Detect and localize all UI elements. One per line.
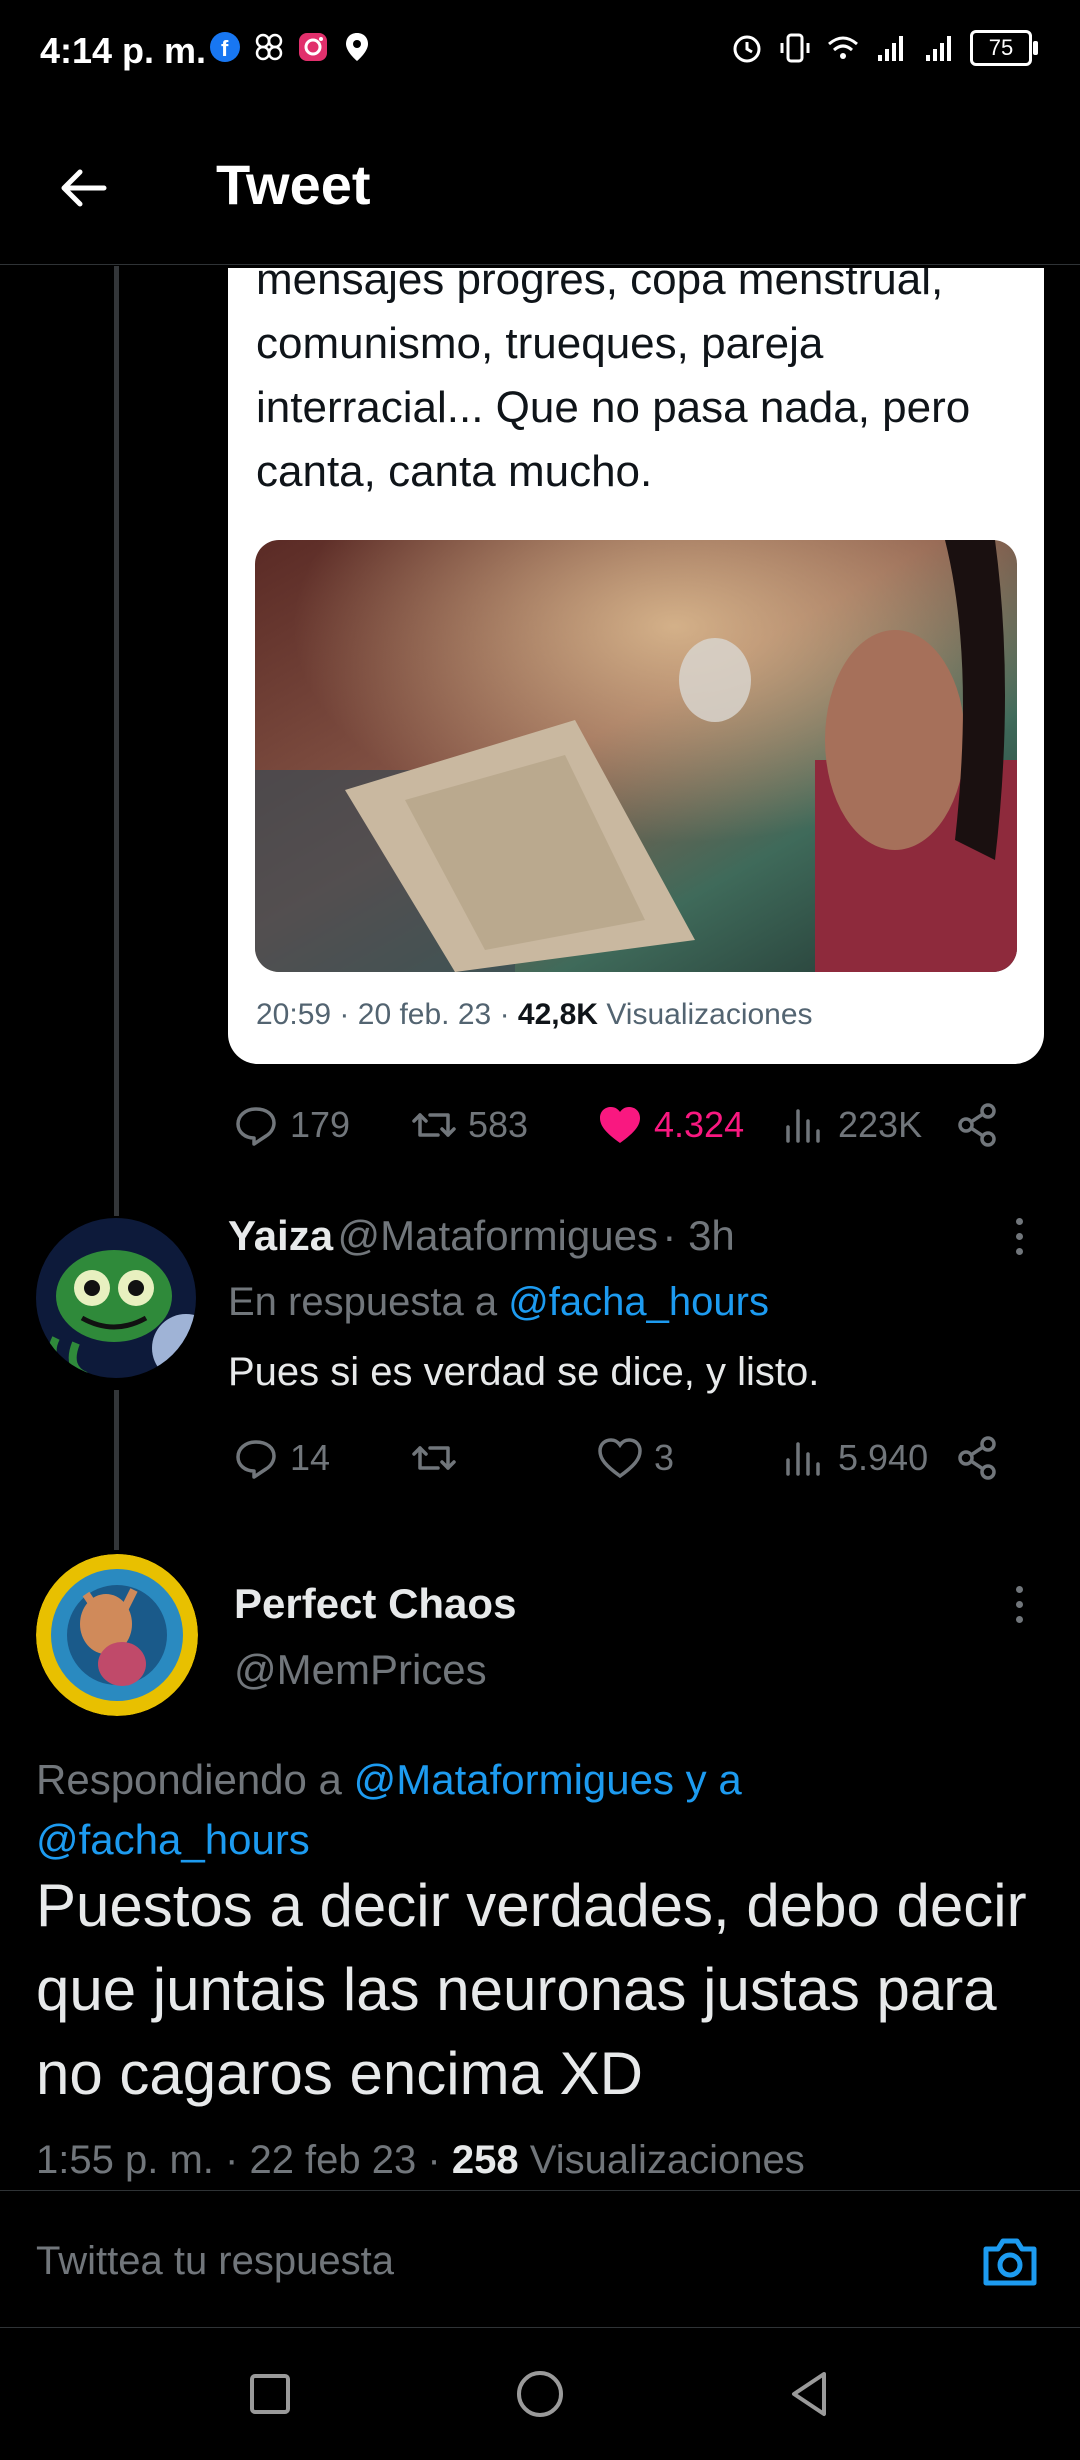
reply-time: · 3h	[662, 1212, 735, 1259]
avatar-yaiza[interactable]	[36, 1218, 196, 1378]
retweet-button[interactable]	[410, 1434, 468, 1482]
heart-outline-icon	[598, 1438, 642, 1479]
battery-indicator: 75	[970, 30, 1038, 66]
vibrate-icon	[780, 33, 810, 63]
views-bars-icon	[786, 1442, 820, 1476]
share-button[interactable]	[954, 1101, 1002, 1149]
reply-tweet-text: Pues si es verdad se dice, y listo.	[228, 1350, 820, 1394]
signal-icon	[878, 36, 903, 61]
embedded-tweet-date: 20 feb. 23	[357, 998, 492, 1031]
more-dot-icon	[1016, 1586, 1023, 1593]
system-icons: 75	[730, 30, 1038, 66]
back-arrow-icon[interactable]	[54, 160, 110, 216]
embedded-tweet-views-label: Visualizaciones	[606, 998, 813, 1031]
alien-avatar-image	[36, 1218, 196, 1378]
views-count: 5.940	[838, 1437, 929, 1478]
reply-button[interactable]: 14	[232, 1434, 330, 1482]
reply-icon	[236, 1107, 276, 1146]
embedded-tweet-image[interactable]	[255, 540, 1017, 972]
more-dot-icon	[1016, 1601, 1023, 1608]
main-tweet-text: Puestos a decir verdades, debo decir que…	[36, 1872, 1027, 2107]
notification-icons: f	[208, 30, 374, 64]
reply-actions: 14 3 5.940	[0, 1428, 1080, 1488]
embedded-tweet-card[interactable]: mensajes progres, copa menstrual, comuni…	[228, 268, 1044, 1064]
tweet-actions: 179 583 4.324 223K	[0, 1095, 1080, 1155]
main-tweet-views-count[interactable]: 258	[452, 2138, 519, 2182]
location-icon	[346, 33, 368, 61]
retweet-icon	[412, 1113, 456, 1137]
heart-filled-icon	[600, 1107, 640, 1143]
reply-composer[interactable]: Twittea tu respuesta	[0, 2190, 1080, 2328]
system-navigation-bar	[0, 2326, 1080, 2460]
status-time: 4:14 p. m.	[40, 30, 207, 71]
reply-count: 179	[290, 1104, 351, 1145]
camera-icon[interactable]	[980, 2233, 1040, 2289]
replying-to-link[interactable]: @facha_hours	[36, 1816, 310, 1863]
retweet-count: 583	[468, 1104, 529, 1145]
embedded-tweet-time: 20:59	[256, 998, 332, 1031]
embedded-tweet-views-count: 42,8K	[517, 998, 598, 1031]
views-count: 223K	[838, 1104, 923, 1145]
views-button[interactable]: 223K	[780, 1101, 922, 1149]
main-tweet-meta: 1:55 p. m. · 22 feb 23 · 258 Visualizaci…	[36, 2138, 805, 2182]
share-icon	[958, 1103, 996, 1147]
facebook-icon: f	[210, 32, 240, 62]
status-bar: 4:14 p. m. f 75	[0, 0, 1080, 100]
reply-button[interactable]: 179	[232, 1101, 350, 1149]
reply-replying-to: En respuesta a @facha_hours	[228, 1280, 769, 1324]
reply-tweet-header: Yaiza @Mataformigues · 3h	[228, 1212, 735, 1260]
main-tweet-time: 1:55 p. m.	[36, 2138, 214, 2182]
reply-author-handle[interactable]: @Mataformigues	[338, 1212, 658, 1259]
top-app-bar: Tweet	[0, 110, 1080, 265]
reply-author-name[interactable]: Yaiza	[228, 1212, 333, 1259]
photo-image	[255, 540, 1017, 972]
main-tweet-date: 22 feb 23	[249, 2138, 417, 2182]
main-author-name[interactable]: Perfect Chaos	[234, 1580, 516, 1628]
retweet-button[interactable]: 583	[410, 1101, 528, 1149]
signal-icon	[926, 36, 951, 61]
reply-more-button[interactable]	[1016, 1218, 1028, 1263]
alarm-icon	[733, 35, 761, 63]
more-dot-icon	[1016, 1218, 1023, 1225]
share-icon	[958, 1436, 996, 1480]
like-count: 3	[654, 1437, 675, 1478]
replying-to-link[interactable]: @Mataformigues y a	[354, 1756, 742, 1803]
more-dot-icon	[1016, 1616, 1023, 1623]
reply-count: 14	[290, 1437, 331, 1478]
replying-to-link[interactable]: @facha_hours	[508, 1280, 769, 1324]
reply-input[interactable]: Twittea tu respuesta	[36, 2239, 394, 2284]
like-button[interactable]: 3	[596, 1434, 674, 1482]
retweet-icon	[412, 1446, 456, 1470]
wifi-icon	[828, 36, 858, 59]
main-author-handle[interactable]: @MemPrices	[234, 1646, 487, 1694]
like-count: 4.324	[654, 1104, 745, 1145]
instagram-icon	[299, 33, 327, 61]
reply-icon	[236, 1440, 276, 1479]
recents-square-icon[interactable]	[240, 2364, 300, 2424]
main-replying-to: Respondiendo a @Mataformigues y a @facha…	[36, 1756, 742, 1863]
main-more-button[interactable]	[1016, 1586, 1028, 1631]
views-bars-icon	[786, 1109, 820, 1143]
home-circle-icon[interactable]	[510, 2364, 570, 2424]
svg-text:f: f	[221, 36, 229, 61]
main-tweet-views-label[interactable]: Visualizaciones	[530, 2138, 805, 2182]
back-triangle-icon[interactable]	[780, 2364, 840, 2424]
share-button[interactable]	[954, 1434, 1002, 1482]
embedded-tweet-text: mensajes progres, copa menstrual, comuni…	[256, 268, 971, 496]
thread-line	[114, 266, 119, 1216]
avatar-image	[36, 1554, 198, 1716]
avatar-perfect-chaos[interactable]	[36, 1554, 198, 1716]
more-dot-icon	[1016, 1233, 1023, 1240]
views-button[interactable]: 5.940	[780, 1434, 928, 1482]
pinwheel-icon	[255, 33, 283, 61]
more-dot-icon	[1016, 1248, 1023, 1255]
embedded-tweet-meta: 20:59 · 20 feb. 23 · 42,8K Visualizacion…	[256, 998, 813, 1031]
page-title: Tweet	[216, 153, 371, 216]
like-button[interactable]: 4.324	[596, 1101, 744, 1149]
